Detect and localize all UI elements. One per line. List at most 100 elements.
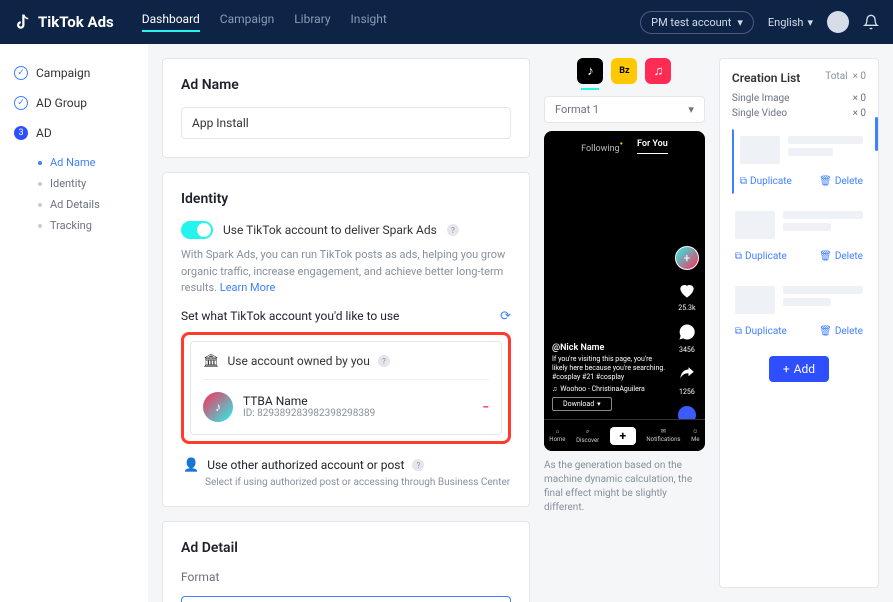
person-icon: 👤 bbox=[183, 458, 199, 473]
chevron-down-icon: ▾ bbox=[807, 16, 813, 29]
nav-notifications[interactable]: ✉Notifications bbox=[646, 428, 680, 443]
refresh-icon[interactable]: ⟳ bbox=[500, 309, 511, 324]
account-name: TTBA Name bbox=[243, 394, 375, 408]
creation-row-video: Single Video× 0 bbox=[732, 108, 866, 119]
toggle-label: Use TikTok account to deliver Spark Ads bbox=[223, 223, 437, 237]
help-icon[interactable]: ? bbox=[378, 355, 390, 367]
preview-caption: If you're visiting this page, you're lik… bbox=[552, 355, 669, 382]
ad-name-input[interactable] bbox=[181, 107, 511, 139]
delete-button[interactable]: 🗑 Delete bbox=[819, 251, 863, 262]
check-icon: ✓ bbox=[14, 66, 28, 80]
nav-library[interactable]: Library bbox=[294, 12, 330, 32]
top-bar: TikTok Ads Dashboard Campaign Library In… bbox=[0, 0, 893, 44]
account-id: ID: 829389283982398298389 bbox=[243, 408, 375, 419]
nav-home[interactable]: ⌂Home bbox=[549, 428, 565, 443]
sidebar: ✓ Campaign ✓ AD Group 3 AD Ad Name Ident… bbox=[0, 44, 148, 602]
video-format-option[interactable]: ▶Video Use Video or Image to promote you… bbox=[181, 596, 511, 602]
language-selector[interactable]: English ▾ bbox=[768, 16, 813, 29]
step-number: 3 bbox=[14, 126, 28, 140]
ad-detail-card: Ad Detail Format ▶Video Use Video or Ima… bbox=[162, 521, 530, 602]
identity-title: Identity bbox=[181, 191, 511, 207]
preview-music: ♫Woohoo - ChristinaAguilera bbox=[552, 385, 669, 393]
foryou-tab[interactable]: For You bbox=[637, 139, 668, 154]
profile-follow-icon[interactable]: + bbox=[675, 246, 699, 270]
spark-ads-toggle[interactable] bbox=[181, 221, 213, 239]
sidebar-campaign[interactable]: ✓ Campaign bbox=[10, 58, 138, 88]
comment-count: 3456 bbox=[679, 346, 695, 354]
chevron-down-icon: ▾ bbox=[737, 16, 743, 29]
nav-dashboard[interactable]: Dashboard bbox=[142, 12, 200, 32]
creation-item[interactable]: ⧉ Duplicate 🗑 Delete bbox=[732, 204, 866, 269]
help-icon[interactable]: ? bbox=[447, 224, 459, 236]
spark-desc: With Spark Ads, you can run TikTok posts… bbox=[181, 247, 511, 297]
set-account-label: Set what TikTok account you'd like to us… bbox=[181, 309, 511, 324]
platform-tiktok[interactable]: ♪ bbox=[577, 58, 603, 84]
building-icon: 🏛 bbox=[203, 354, 220, 369]
preview-note: As the generation based on the machine d… bbox=[544, 459, 705, 515]
following-tab[interactable]: Following• bbox=[581, 139, 623, 154]
add-button[interactable]: + Add bbox=[769, 356, 829, 382]
home-icon: ⌂ bbox=[556, 428, 560, 435]
highlighted-region: 🏛 Use account owned by you ? ♪ TTBA Name… bbox=[181, 332, 511, 444]
preview-nick: @Nick Name bbox=[552, 343, 669, 353]
other-desc: Select if using authorized post or acces… bbox=[181, 477, 511, 488]
top-nav: Dashboard Campaign Library Insight bbox=[142, 12, 387, 32]
format-label: Format bbox=[181, 570, 511, 584]
inbox-icon: ✉ bbox=[661, 428, 666, 435]
delete-button[interactable]: 🗑 Delete bbox=[819, 176, 863, 187]
creation-list-panel: Creation List Total × 0 Single Image× 0 … bbox=[719, 58, 879, 588]
duplicate-button[interactable]: ⧉ Duplicate bbox=[735, 251, 787, 262]
account-avatar: ♪ bbox=[203, 392, 233, 422]
user-avatar[interactable] bbox=[827, 11, 849, 33]
heart-icon[interactable] bbox=[677, 280, 697, 300]
platform-buzzvideo[interactable]: Bz bbox=[611, 58, 637, 84]
sidebar-sub-tracking[interactable]: Tracking bbox=[10, 219, 138, 232]
brand-logo: TikTok Ads bbox=[14, 13, 114, 31]
nav-insight[interactable]: Insight bbox=[351, 12, 387, 32]
share-count: 1256 bbox=[679, 388, 695, 396]
platform-other[interactable]: ♫ bbox=[645, 58, 671, 84]
sidebar-sub-identity[interactable]: Identity bbox=[10, 177, 138, 190]
share-icon[interactable] bbox=[677, 364, 697, 384]
format-select[interactable]: Format 1▾ bbox=[544, 96, 705, 123]
sidebar-adgroup[interactable]: ✓ AD Group bbox=[10, 88, 138, 118]
identity-card: Identity Use TikTok account to deliver S… bbox=[162, 172, 530, 507]
creation-title: Creation List Total × 0 bbox=[732, 71, 866, 85]
user-icon: ☺ bbox=[692, 428, 698, 435]
check-icon: ✓ bbox=[14, 96, 28, 110]
music-icon: ♫ bbox=[552, 385, 557, 393]
like-count: 25.3k bbox=[678, 304, 695, 312]
duplicate-button[interactable]: ⧉ Duplicate bbox=[740, 176, 792, 187]
help-icon[interactable]: ? bbox=[412, 459, 424, 471]
learn-more-link[interactable]: Learn More bbox=[220, 281, 276, 294]
nav-discover[interactable]: ⌕Discover bbox=[576, 428, 599, 444]
chevron-down-icon: ▾ bbox=[688, 103, 694, 116]
owned-account-box[interactable]: 🏛 Use account owned by you ? ♪ TTBA Name… bbox=[190, 341, 502, 435]
account-selector[interactable]: PM test account ▾ bbox=[640, 11, 754, 34]
delete-button[interactable]: 🗑 Delete bbox=[819, 326, 863, 337]
chevron-down-icon: ▾ bbox=[597, 400, 601, 408]
bell-icon[interactable] bbox=[863, 14, 879, 30]
scrollbar[interactable] bbox=[875, 117, 878, 151]
sidebar-sub-addetails[interactable]: Ad Details bbox=[10, 198, 138, 211]
comment-icon[interactable] bbox=[677, 322, 697, 342]
nav-me[interactable]: ☺Me bbox=[691, 428, 699, 443]
other-account-option[interactable]: 👤 Use other authorized account or post ? bbox=[181, 454, 511, 477]
sidebar-ad[interactable]: 3 AD bbox=[10, 118, 138, 148]
search-icon: ⌕ bbox=[586, 428, 589, 436]
sidebar-sub-adname[interactable]: Ad Name bbox=[10, 156, 138, 169]
creation-row-image: Single Image× 0 bbox=[732, 93, 866, 104]
phone-bottom-nav: ⌂Home ⌕Discover + ✉Notifications ☺Me bbox=[544, 419, 705, 451]
ad-name-title: Ad Name bbox=[181, 77, 511, 93]
ad-detail-title: Ad Detail bbox=[181, 540, 511, 556]
duplicate-button[interactable]: ⧉ Duplicate bbox=[735, 326, 787, 337]
minus-icon[interactable]: − bbox=[482, 400, 489, 414]
ad-name-card: Ad Name bbox=[162, 58, 530, 158]
download-button[interactable]: Download▾ bbox=[552, 397, 612, 411]
phone-preview: Following• For You + 25.3k 3456 1256 @Ni… bbox=[544, 131, 705, 451]
nav-campaign[interactable]: Campaign bbox=[220, 12, 274, 32]
creation-item[interactable]: ⧉ Duplicate 🗑 Delete bbox=[732, 279, 866, 344]
nav-add[interactable]: + bbox=[610, 427, 636, 445]
preview-column: ♪ Bz ♫ Format 1▾ Following• For You + 25… bbox=[544, 58, 705, 588]
creation-item[interactable]: ⧉ Duplicate 🗑 Delete bbox=[732, 129, 866, 194]
